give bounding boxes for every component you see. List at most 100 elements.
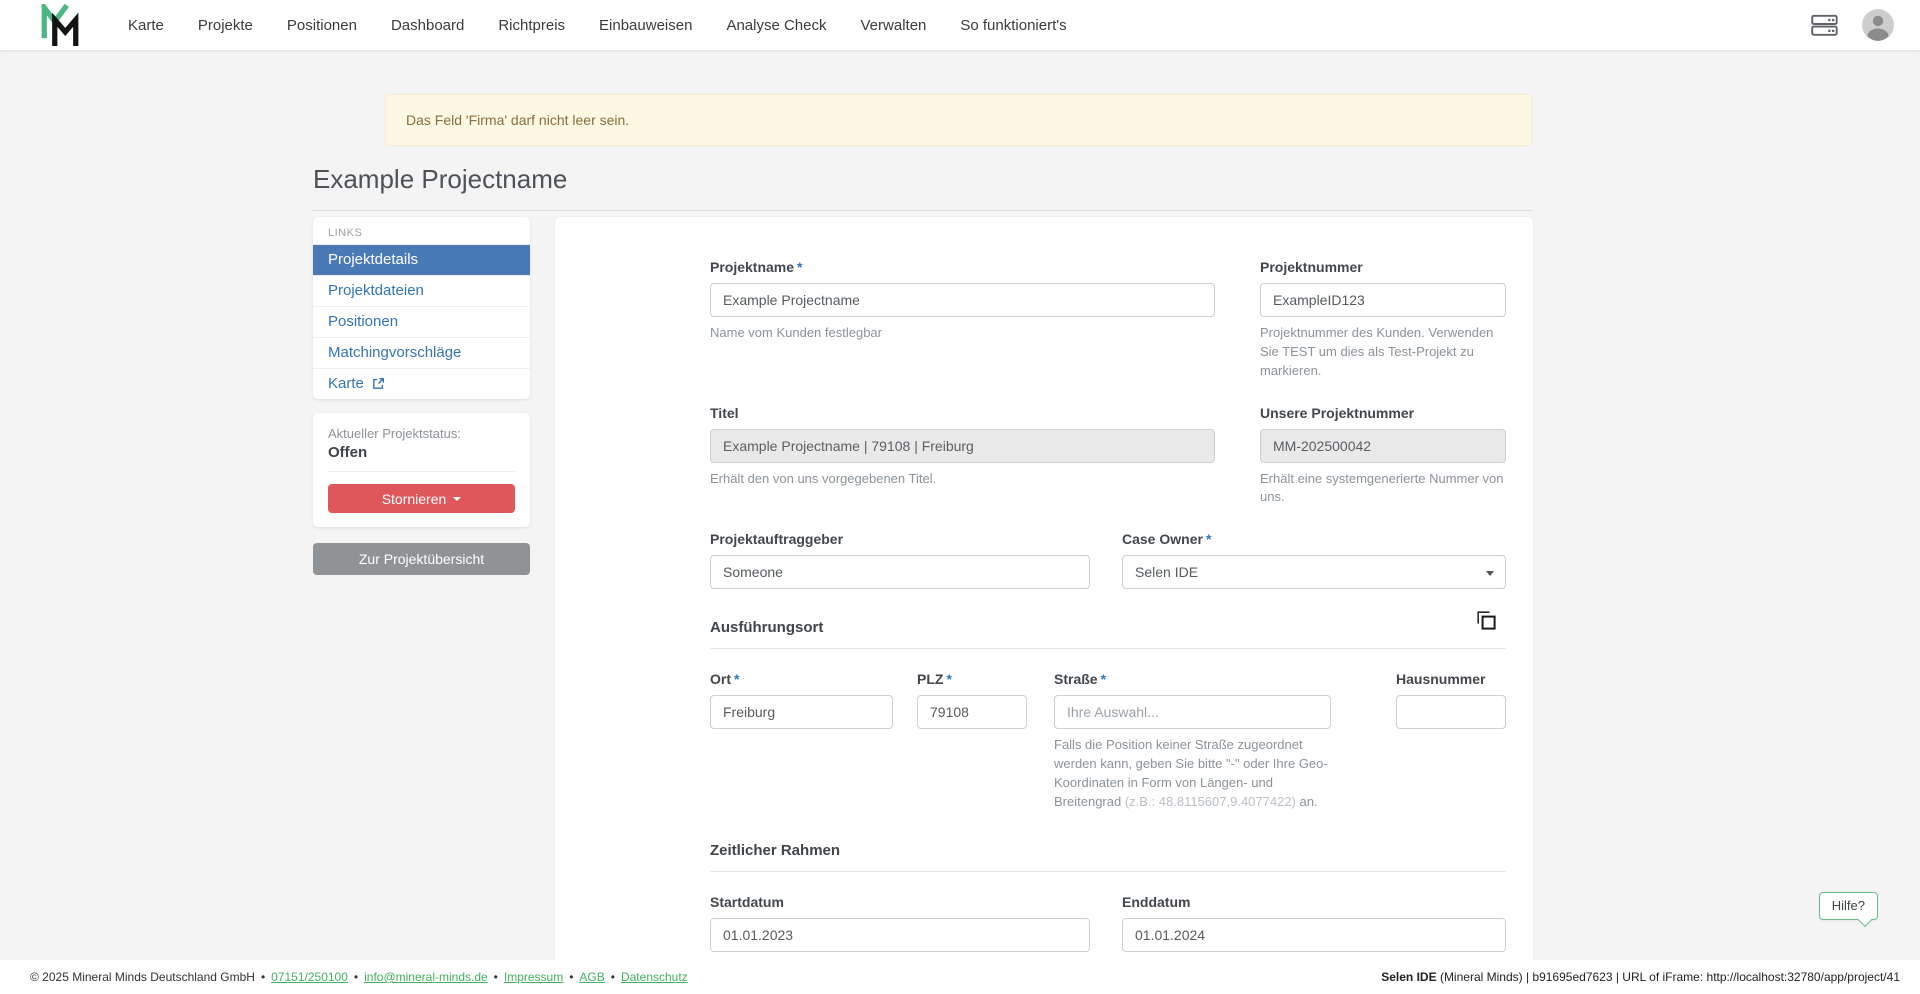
page-title: Example Projectname: [313, 164, 1532, 195]
label-text: Projektname: [710, 259, 794, 275]
hausnummer-label: Hausnummer: [1396, 671, 1506, 687]
sidebar-item-label: Projektdateien: [328, 282, 424, 299]
projektname-label: Projektname*: [710, 259, 1215, 275]
mineral-minds-logo[interactable]: [40, 4, 80, 46]
required-marker: *: [734, 671, 739, 687]
plz-label: PLZ*: [917, 671, 1027, 687]
nav-item-projekte[interactable]: Projekte: [198, 17, 253, 34]
footer-separator: •: [611, 970, 615, 984]
footer: © 2025 Mineral Minds Deutschland GmbH • …: [0, 960, 1920, 994]
unsere-projektnummer-label: Unsere Projektnummer: [1260, 405, 1506, 421]
label-text: Straße: [1054, 671, 1098, 687]
footer-datenschutz-link[interactable]: Datenschutz: [621, 970, 688, 984]
status-divider: [328, 471, 515, 472]
enddatum-input[interactable]: [1122, 918, 1506, 952]
projektnummer-helper: Projektnummer des Kunden. Verwenden Sie …: [1260, 324, 1506, 381]
sidebar-item-projektdetails[interactable]: Projektdetails: [313, 244, 530, 275]
status-label: Aktueller Projektstatus:: [328, 426, 515, 441]
sidebar-item-label: Positionen: [328, 313, 398, 330]
label-text: Ort: [710, 671, 731, 687]
nav-item-analyse-check[interactable]: Analyse Check: [726, 17, 826, 34]
strasse-input[interactable]: [1054, 695, 1331, 729]
main-nav: Karte Projekte Positionen Dashboard Rich…: [128, 17, 1067, 34]
ausfuehrungsort-section-title: Ausführungsort: [710, 619, 823, 636]
help-button[interactable]: Hilfe?: [1819, 892, 1878, 920]
sidebar-item-label: Projektdetails: [328, 251, 418, 268]
projektauftraggeber-label: Projektauftraggeber: [710, 531, 1090, 547]
nav-item-karte[interactable]: Karte: [128, 17, 164, 34]
titel-helper: Erhält den von uns vorgegebenen Titel.: [710, 470, 1215, 489]
required-marker: *: [797, 259, 802, 275]
sidebar-item-positionen[interactable]: Positionen: [313, 306, 530, 337]
titel-label: Titel: [710, 405, 1215, 421]
titel-input: [710, 429, 1215, 463]
status-value: Offen: [328, 444, 515, 461]
required-marker: *: [1101, 671, 1106, 687]
footer-agb-link[interactable]: AGB: [579, 970, 604, 984]
unsere-projektnummer-input: [1260, 429, 1506, 463]
footer-user: Selen IDE: [1381, 970, 1436, 984]
chevron-down-icon: [1486, 571, 1494, 576]
case-owner-select[interactable]: Selen IDE: [1122, 555, 1506, 589]
title-divider: [313, 210, 1532, 211]
footer-email-link[interactable]: info@mineral-minds.de: [364, 970, 488, 984]
strasse-label: Straße*: [1054, 671, 1331, 687]
ort-input[interactable]: [710, 695, 893, 729]
nav-item-richtpreis[interactable]: Richtpreis: [498, 17, 565, 34]
section-divider: [710, 871, 1506, 872]
footer-separator: •: [569, 970, 573, 984]
strasse-helper: Falls die Position keiner Straße zugeord…: [1054, 736, 1331, 811]
helper-suffix: an.: [1296, 794, 1318, 809]
nav-item-so-funktionierts[interactable]: So funktioniert's: [960, 17, 1066, 34]
sidebar-item-karte[interactable]: Karte: [313, 368, 530, 399]
projektnummer-label: Projektnummer: [1260, 259, 1506, 275]
ort-label: Ort*: [710, 671, 893, 687]
nav-item-dashboard[interactable]: Dashboard: [391, 17, 464, 34]
chevron-down-icon: [453, 497, 461, 501]
footer-session-info: Selen IDE (Mineral Minds) | b91695ed7623…: [1381, 970, 1900, 984]
helper-example: (z.B.: 48.8115607,9.4077422): [1125, 794, 1296, 809]
footer-session-rest: (Mineral Minds) | b91695ed7623 | URL of …: [1437, 970, 1900, 984]
sidebar-item-label: Karte: [328, 375, 364, 392]
footer-copyright: © 2025 Mineral Minds Deutschland GmbH: [30, 970, 255, 984]
label-text: Case Owner: [1122, 531, 1203, 547]
sidebar-item-label: Matchingvorschläge: [328, 344, 461, 361]
cancel-project-button[interactable]: Stornieren: [328, 484, 515, 513]
projektname-input[interactable]: [710, 283, 1215, 317]
footer-impressum-link[interactable]: Impressum: [504, 970, 563, 984]
project-overview-button[interactable]: Zur Projektübersicht: [313, 543, 530, 575]
footer-separator: •: [354, 970, 358, 984]
startdatum-input[interactable]: [710, 918, 1090, 952]
zeitlicher-rahmen-section-title: Zeitlicher Rahmen: [710, 842, 840, 859]
case-owner-value: Selen IDE: [1135, 564, 1198, 580]
sidebar: LINKS Projektdetails Projektdateien Posi…: [313, 217, 530, 575]
footer-phone-link[interactable]: 07151/250100: [271, 970, 348, 984]
project-details-form: Projektname* Name vom Kunden festlegbar …: [555, 217, 1533, 988]
external-link-icon: [372, 377, 385, 390]
cancel-project-label: Stornieren: [382, 491, 447, 507]
section-divider: [710, 648, 1506, 649]
startdatum-label: Startdatum: [710, 894, 1090, 910]
projektauftraggeber-input[interactable]: [710, 555, 1090, 589]
nav-item-positionen[interactable]: Positionen: [287, 17, 357, 34]
nav-item-verwalten[interactable]: Verwalten: [861, 17, 927, 34]
nav-item-einbauweisen[interactable]: Einbauweisen: [599, 17, 692, 34]
plz-input[interactable]: [917, 695, 1027, 729]
footer-separator: •: [261, 970, 265, 984]
copy-icon[interactable]: [1477, 611, 1496, 635]
hausnummer-input[interactable]: [1396, 695, 1506, 729]
links-card: LINKS Projektdetails Projektdateien Posi…: [313, 217, 530, 399]
enddatum-label: Enddatum: [1122, 894, 1506, 910]
sidebar-item-projektdateien[interactable]: Projektdateien: [313, 275, 530, 306]
required-marker: *: [946, 671, 951, 687]
required-marker: *: [1206, 531, 1211, 547]
links-header: LINKS: [313, 217, 530, 244]
case-owner-label: Case Owner*: [1122, 531, 1506, 547]
server-icon[interactable]: [1811, 14, 1838, 37]
user-avatar-icon[interactable]: [1862, 9, 1894, 41]
content-container: Das Feld 'Firma' darf nicht leer sein. E…: [313, 94, 1532, 988]
projektnummer-input[interactable]: [1260, 283, 1506, 317]
footer-separator: •: [494, 970, 498, 984]
top-navbar: Karte Projekte Positionen Dashboard Rich…: [0, 0, 1920, 50]
sidebar-item-matchingvorschlaege[interactable]: Matchingvorschläge: [313, 337, 530, 368]
